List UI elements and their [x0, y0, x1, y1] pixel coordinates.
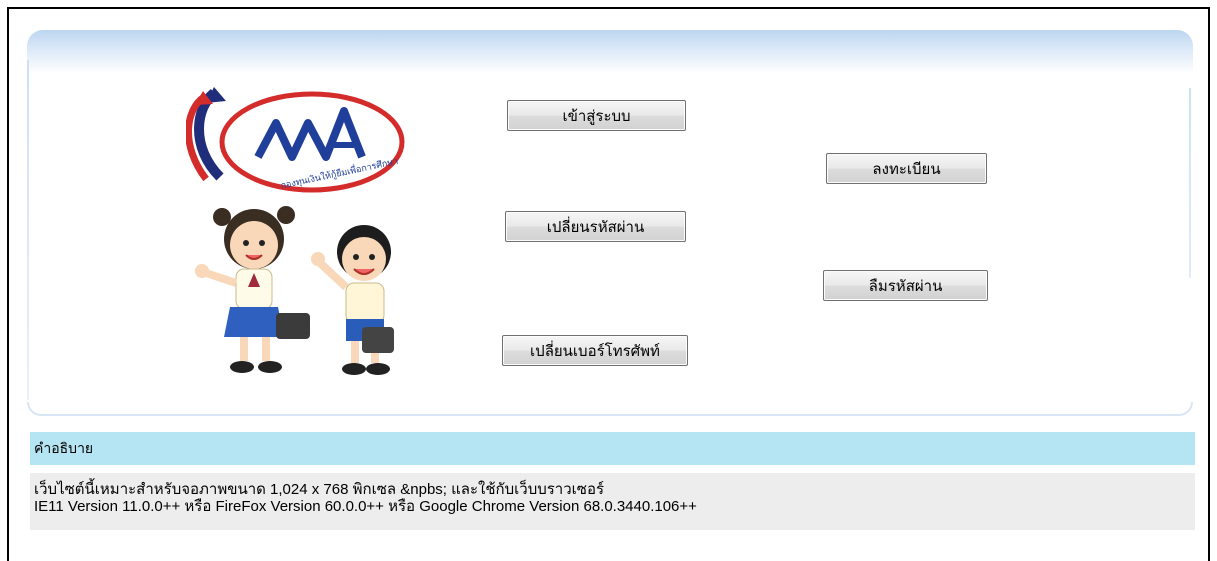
login-button[interactable]: เข้าสู่ระบบ	[507, 100, 686, 131]
description-line-1: เว็บไซต์นี้เหมาะสำหรับจอภาพขนาด 1,024 x …	[34, 481, 605, 498]
panel-bottom-edge	[27, 402, 1193, 416]
change-password-button[interactable]: เปลี่ยนรหัสผ่าน	[505, 211, 686, 242]
logo-illustration: กองทุนเงินให้กู้ยืมเพื่อการศึกษา	[185, 87, 412, 380]
description-heading-text: คำอธิบาย	[34, 439, 94, 456]
panel-right-edge	[1189, 88, 1191, 278]
description-body: เว็บไซต์นี้เหมาะสำหรับจอภาพขนาด 1,024 x …	[30, 473, 1195, 530]
kyslf-logo: กองทุนเงินให้กู้ยืมเพื่อการศึกษา	[185, 87, 405, 375]
register-button[interactable]: ลงทะเบียน	[826, 153, 987, 184]
panel-header-gradient	[27, 30, 1193, 74]
description-heading: คำอธิบาย	[30, 432, 1195, 465]
panel-left-edge	[27, 60, 29, 400]
forgot-password-button[interactable]: ลืมรหัสผ่าน	[823, 270, 988, 301]
change-phone-button[interactable]: เปลี่ยนเบอร์โทรศัพท์	[502, 335, 688, 366]
description-line-2: IE11 Version 11.0.0++ หรือ FireFox Versi…	[34, 498, 697, 515]
